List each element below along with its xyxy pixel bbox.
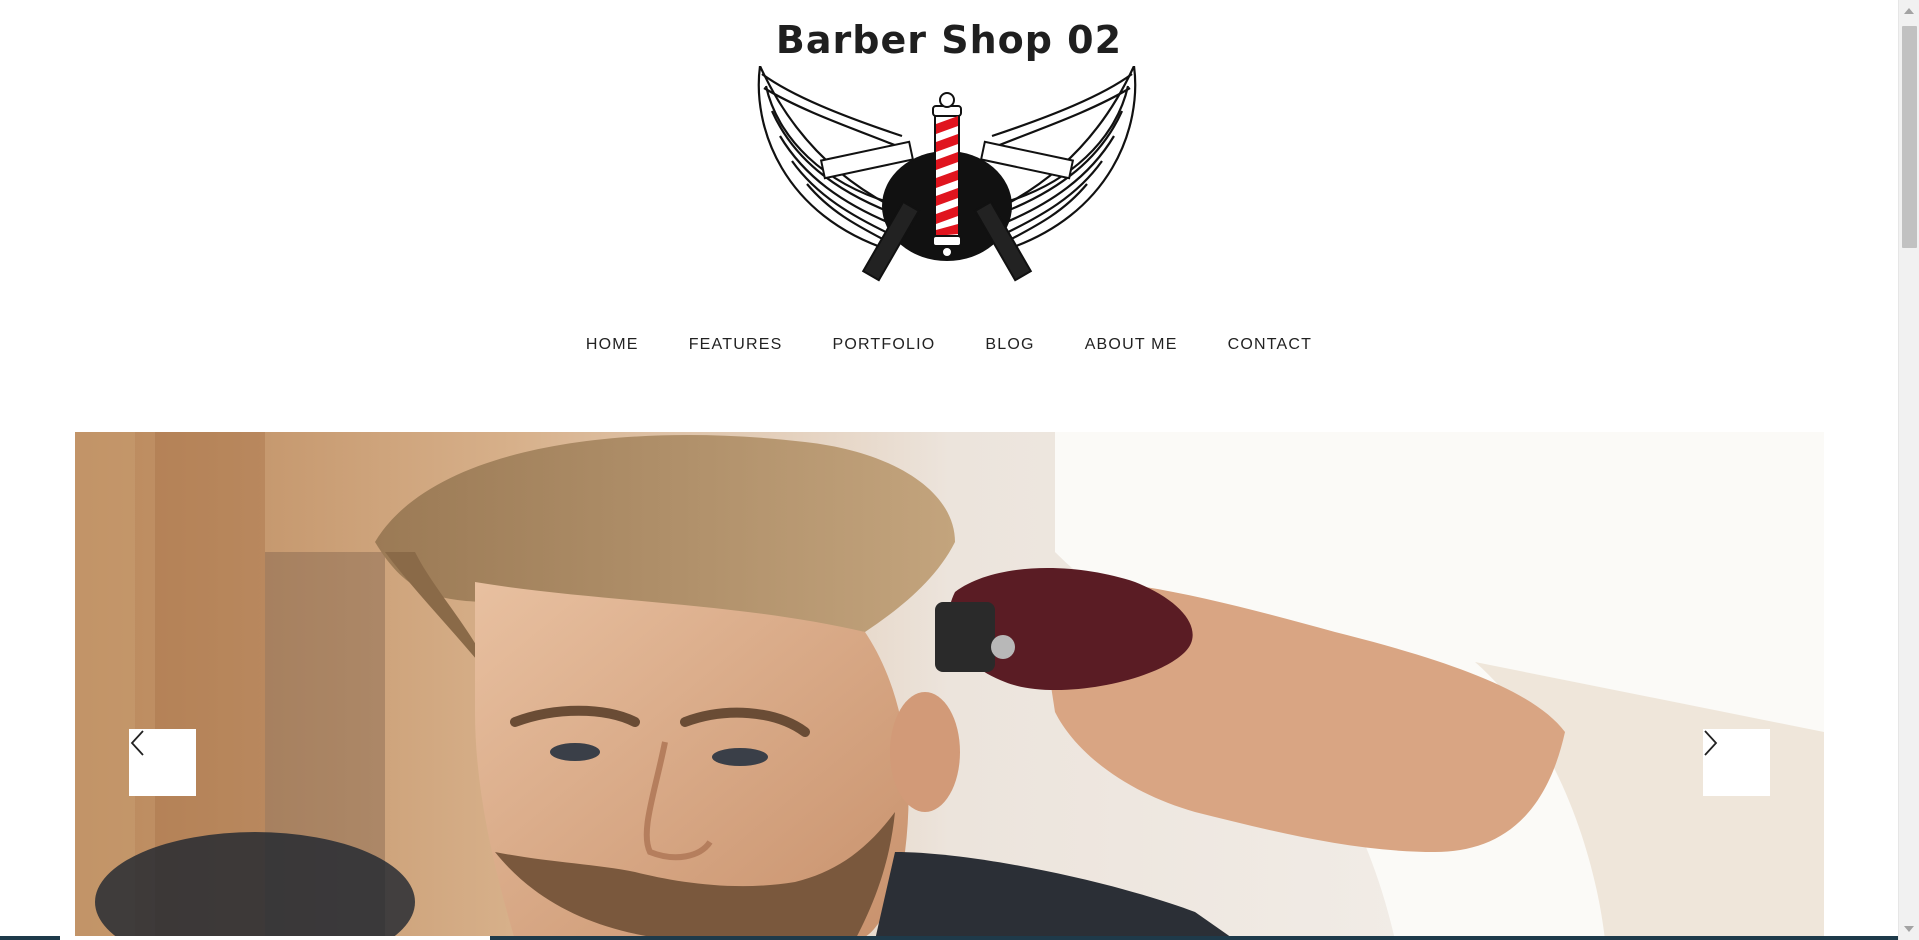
nav-item-contact[interactable]: CONTACT: [1203, 336, 1338, 354]
nav-item-home[interactable]: HOME: [561, 336, 664, 354]
page: Barber Shop 02 HOME FEATURES PORTFOLIO B…: [0, 0, 1898, 940]
site-title[interactable]: Barber Shop 02: [0, 18, 1898, 62]
nav-item-about-me[interactable]: ABOUT ME: [1060, 336, 1203, 354]
scroll-down-arrow-icon[interactable]: [1904, 926, 1914, 932]
chevron-right-icon: [1704, 730, 1718, 756]
scroll-thumb[interactable]: [1902, 26, 1917, 248]
nav-item-blog[interactable]: BLOG: [960, 336, 1059, 354]
chevron-left-icon: [130, 730, 144, 756]
nav-item-portfolio[interactable]: PORTFOLIO: [807, 336, 960, 354]
bottom-border-gap: [60, 936, 490, 940]
barber-logo-icon[interactable]: [752, 62, 1142, 286]
hero-slider[interactable]: [75, 432, 1824, 940]
page-scrollbar[interactable]: [1898, 0, 1919, 940]
bottom-border: [0, 936, 1898, 940]
slider-prev-button[interactable]: [129, 729, 196, 796]
slider-next-button[interactable]: [1703, 729, 1770, 796]
main-navigation: HOME FEATURES PORTFOLIO BLOG ABOUT ME CO…: [0, 336, 1898, 354]
barber-haircut-photo: [75, 432, 1824, 940]
scroll-up-arrow-icon[interactable]: [1904, 8, 1914, 14]
nav-item-features[interactable]: FEATURES: [664, 336, 808, 354]
